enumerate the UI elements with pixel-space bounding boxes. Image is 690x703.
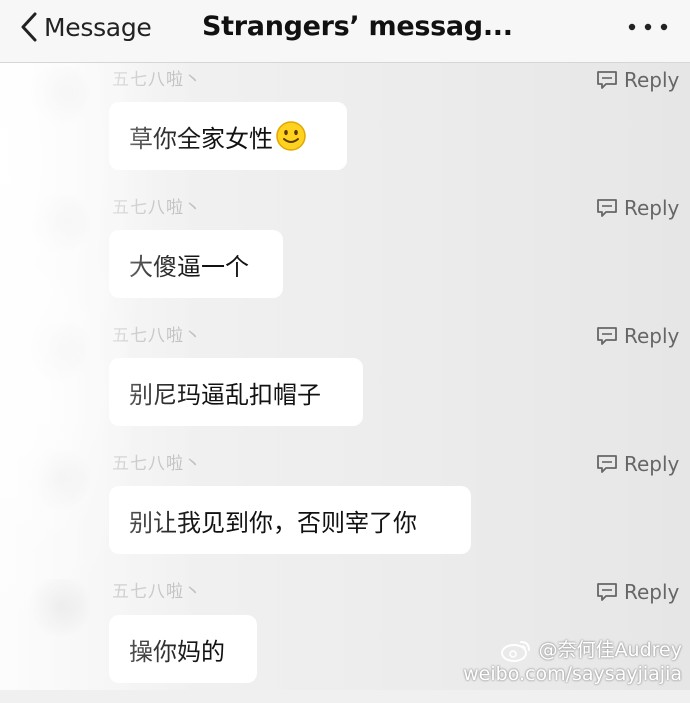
top-bar: Message Strangers’ messag...	[0, 0, 690, 63]
reply-button[interactable]: Reply	[596, 195, 679, 221]
message-item: 五七八啦丶 Reply 草你全家女性	[0, 63, 690, 191]
message-text: 草你全家女性	[129, 124, 273, 153]
page-title: Strangers’ messag...	[202, 11, 513, 42]
username[interactable]: 五七八啦丶	[112, 577, 202, 602]
message-bubble[interactable]: 草你全家女性	[109, 102, 347, 170]
message-bubble[interactable]: 大傻逼一个	[109, 230, 283, 298]
reply-label: Reply	[624, 324, 680, 348]
reply-label: Reply	[624, 196, 680, 220]
avatar[interactable]	[30, 579, 90, 639]
message-text: 操你妈的	[129, 637, 225, 666]
reply-icon	[597, 71, 617, 89]
smile-emoji-icon	[276, 121, 306, 151]
message-text: 别尼玛逼乱扣帽子	[129, 380, 321, 409]
message-item: 五七八啦丶 Reply 别让我见到你，否则宰了你	[0, 447, 690, 575]
reply-label: Reply	[624, 452, 680, 476]
watermark-handle: @奈何佳Audrey	[538, 639, 682, 661]
message-bubble[interactable]: 别让我见到你，否则宰了你	[109, 486, 471, 554]
reply-button[interactable]: Reply	[596, 451, 679, 477]
reply-icon	[597, 327, 617, 345]
reply-button[interactable]: Reply	[596, 67, 679, 93]
avatar[interactable]	[30, 195, 90, 255]
avatar[interactable]	[30, 451, 90, 511]
message-text: 大傻逼一个	[129, 252, 249, 281]
message-bubble[interactable]: 别尼玛逼乱扣帽子	[109, 358, 363, 426]
reply-icon	[597, 583, 617, 601]
reply-button[interactable]: Reply	[596, 579, 679, 605]
username[interactable]: 五七八啦丶	[112, 321, 202, 346]
reply-icon	[597, 199, 617, 217]
username[interactable]: 五七八啦丶	[112, 65, 202, 90]
reply-label: Reply	[624, 68, 680, 92]
message-text: 别让我见到你，否则宰了你	[129, 508, 417, 537]
weibo-logo-icon	[500, 641, 530, 662]
message-bubble[interactable]: 操你妈的	[109, 615, 257, 683]
reply-button[interactable]: Reply	[596, 323, 679, 349]
more-dots-icon	[628, 23, 668, 31]
more-options-button[interactable]	[626, 20, 670, 34]
watermark-url: weibo.com/saysayjiajia	[463, 663, 682, 685]
username[interactable]: 五七八啦丶	[112, 449, 202, 474]
reply-label: Reply	[624, 580, 680, 604]
reply-icon	[597, 455, 617, 473]
message-item: 五七八啦丶 Reply 别尼玛逼乱扣帽子	[0, 319, 690, 447]
back-label: Message	[44, 12, 152, 42]
message-item: 五七八啦丶 Reply 大傻逼一个	[0, 191, 690, 319]
message-list[interactable]: 五七八啦丶 Reply 草你全家女性 五七八啦丶 Reply 大傻逼一个 五七八…	[0, 63, 690, 690]
weibo-watermark: @奈何佳Audrey weibo.com/saysayjiajia	[463, 638, 682, 686]
chevron-left-icon	[21, 12, 37, 42]
back-button[interactable]: Message	[18, 10, 152, 44]
avatar[interactable]	[30, 67, 90, 127]
avatar[interactable]	[30, 323, 90, 383]
username[interactable]: 五七八啦丶	[112, 193, 202, 218]
